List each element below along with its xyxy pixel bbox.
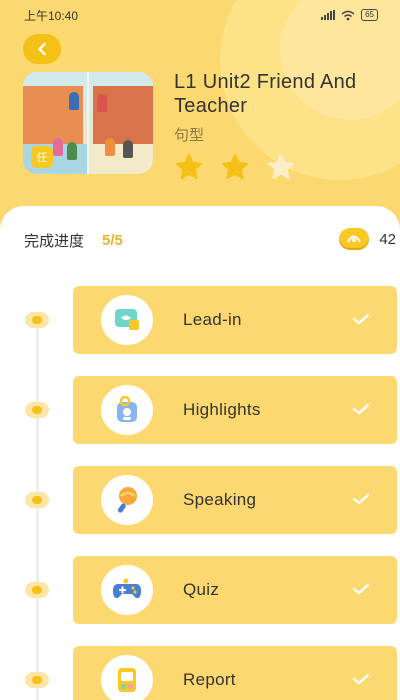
lesson-label: Highlights [183,400,261,419]
timeline-dot [25,312,49,328]
chevron-left-icon [38,42,46,56]
back-button[interactable] [23,34,61,64]
page-title: L1 Unit2 Friend And Teacher [174,71,357,117]
progress-label: 完成进度 [24,232,85,250]
check-icon [352,493,370,505]
coin-balance: 42 [339,228,396,250]
lesson-label: Quiz [183,580,220,599]
lesson-cover-image: 任 [23,72,153,174]
flashcard-icon [101,385,153,435]
wifi-icon [341,10,355,20]
lesson-item-lead-in[interactable]: Lead-in [73,286,397,354]
timeline-dot [25,672,49,688]
timeline-dot [25,402,49,418]
timeline-dot [25,492,49,508]
lesson-label: Lead-in [183,310,242,329]
timeline-dot [25,582,49,598]
gamepad-icon [101,565,153,615]
lesson-item-quiz[interactable]: Quiz [73,556,397,624]
star-empty-icon [268,154,294,179]
coin-count: 42 [379,230,396,248]
report-icon [101,655,153,700]
check-icon [352,583,370,595]
check-icon [352,403,370,415]
status-icons: 65 [321,9,378,21]
lesson-item-speaking[interactable]: Speaking [73,466,397,534]
check-icon [352,313,370,325]
microphone-icon [101,475,153,525]
book-bubble-icon [101,295,153,345]
star-filled-icon [222,154,248,179]
star-filled-icon [176,154,202,179]
battery-icon: 65 [361,9,378,21]
coin-icon [339,228,370,250]
lesson-item-report[interactable]: Report [73,646,397,700]
progress-row: 完成进度 5/5 42 [24,228,396,250]
lesson-type: 句型 [174,127,205,144]
lesson-label: Speaking [183,490,257,509]
status-bar: 上午10:40 65 [0,0,400,30]
lesson-item-highlights[interactable]: Highlights [73,376,397,444]
lesson-label: Report [183,670,236,689]
timeline-line [36,322,39,700]
signal-icon [321,10,336,20]
status-time: 上午10:40 [24,8,79,23]
cover-badge: 任 [31,146,53,168]
lesson-panel: 完成进度 5/5 42 Lead-in Highlights Speaking … [0,206,400,700]
progress-value: 5/5 [102,231,123,249]
check-icon [352,673,370,685]
star-rating [174,153,296,181]
